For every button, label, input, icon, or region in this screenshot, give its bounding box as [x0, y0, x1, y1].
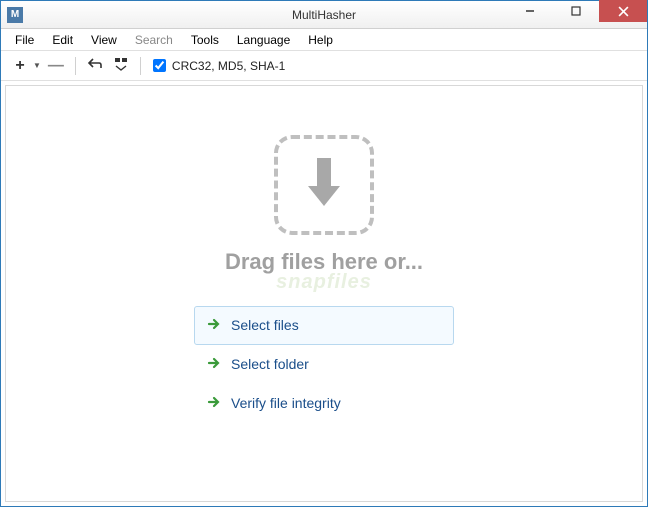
menu-view[interactable]: View: [83, 31, 125, 49]
action-label: Select files: [231, 317, 299, 333]
arrow-right-icon: [207, 356, 221, 373]
verify-integrity-button[interactable]: Verify file integrity: [194, 384, 454, 423]
menu-edit[interactable]: Edit: [44, 31, 81, 49]
add-button[interactable]: +: [9, 55, 31, 77]
options-button[interactable]: [110, 55, 132, 77]
arrow-right-icon: [207, 317, 221, 334]
toolbar-separator: [75, 57, 76, 75]
menubar: File Edit View Search Tools Language Hel…: [1, 29, 647, 51]
menu-search: Search: [127, 31, 181, 49]
hash-label[interactable]: CRC32, MD5, SHA-1: [172, 59, 285, 73]
app-icon: M: [7, 7, 23, 23]
hash-checkbox[interactable]: [153, 59, 166, 72]
drop-target-box[interactable]: [274, 135, 374, 235]
add-dropdown[interactable]: ▼: [33, 61, 41, 70]
dropzone[interactable]: Drag files here or... snapfiles Select f…: [194, 135, 454, 423]
hash-algorithms[interactable]: CRC32, MD5, SHA-1: [153, 59, 285, 73]
maximize-button[interactable]: [553, 0, 599, 22]
arrow-right-icon: [207, 395, 221, 412]
titlebar: M MultiHasher: [1, 1, 647, 29]
select-files-button[interactable]: Select files: [194, 306, 454, 345]
menu-tools[interactable]: Tools: [183, 31, 227, 49]
window-title: MultiHasher: [292, 8, 356, 22]
action-label: Select folder: [231, 356, 309, 372]
menu-help[interactable]: Help: [300, 31, 341, 49]
plus-icon: +: [15, 57, 24, 75]
action-label: Verify file integrity: [231, 395, 341, 411]
undo-icon: [87, 56, 103, 75]
options-icon: [113, 56, 129, 75]
menu-language[interactable]: Language: [229, 31, 298, 49]
minimize-button[interactable]: [507, 0, 553, 22]
window-controls: [507, 1, 647, 28]
action-list: Select files Select folder Verify file i…: [194, 306, 454, 423]
menu-file[interactable]: File: [7, 31, 42, 49]
down-arrow-icon: [300, 154, 348, 215]
toolbar-separator: [140, 57, 141, 75]
content-area[interactable]: Drag files here or... snapfiles Select f…: [5, 85, 643, 502]
remove-button[interactable]: —: [45, 55, 67, 77]
watermark: snapfiles: [276, 271, 372, 294]
minus-icon: —: [48, 57, 64, 75]
select-folder-button[interactable]: Select folder: [194, 345, 454, 384]
app-window: M MultiHasher File Edit View Search Tool…: [0, 0, 648, 507]
toolbar: + ▼ — CRC32, MD5, SHA-1: [1, 51, 647, 81]
close-button[interactable]: [599, 0, 647, 22]
undo-button[interactable]: [84, 55, 106, 77]
